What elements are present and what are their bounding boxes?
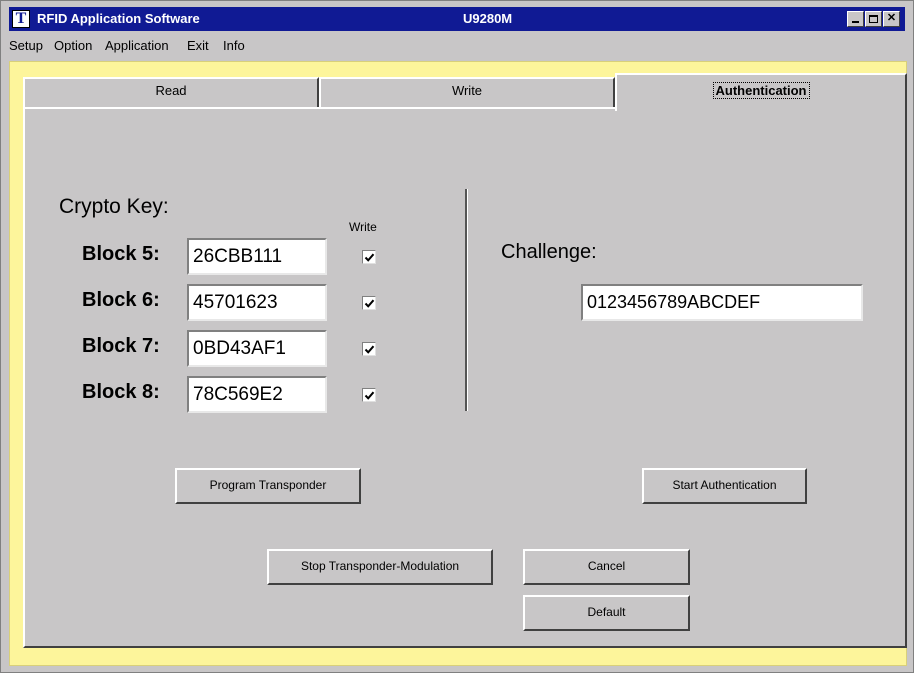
checkmark-icon: [364, 253, 375, 262]
close-button[interactable]: ✕: [883, 11, 900, 27]
block-7-write-checkbox[interactable]: [362, 342, 376, 356]
maximize-button[interactable]: [865, 11, 882, 27]
block-6-write-checkbox[interactable]: [362, 296, 376, 310]
block-5-input[interactable]: 26CBB111: [187, 238, 327, 275]
tab-read[interactable]: Read: [23, 77, 319, 107]
block-8-write-checkbox[interactable]: [362, 388, 376, 402]
window-title: RFID Application Software: [37, 11, 200, 26]
close-icon: ✕: [886, 12, 897, 24]
checkmark-icon: [364, 299, 375, 308]
checkmark-icon: [364, 391, 375, 400]
block-5-write-checkbox[interactable]: [362, 250, 376, 264]
vertical-divider: [465, 189, 468, 411]
crypto-key-heading: Crypto Key:: [59, 195, 169, 218]
start-authentication-button[interactable]: Start Authentication: [642, 468, 807, 504]
block-6-label: Block 6:: [82, 289, 160, 311]
menu-info[interactable]: Info: [223, 38, 245, 53]
title-bar[interactable]: T RFID Application Software U9280M ✕: [9, 7, 905, 31]
app-window: T RFID Application Software U9280M ✕ Set…: [0, 0, 914, 673]
device-name: U9280M: [463, 11, 513, 26]
write-column-label: Write: [349, 220, 377, 234]
app-icon: T: [12, 10, 30, 28]
checkmark-icon: [364, 345, 375, 354]
tab-authentication[interactable]: Authentication: [615, 73, 907, 111]
cancel-button[interactable]: Cancel: [523, 549, 690, 585]
menu-application[interactable]: Application: [105, 38, 169, 53]
menu-exit[interactable]: Exit: [187, 38, 209, 53]
program-transponder-button[interactable]: Program Transponder: [175, 468, 361, 504]
challenge-input[interactable]: 0123456789ABCDEF: [581, 284, 863, 321]
block-8-input[interactable]: 78C569E2: [187, 376, 327, 413]
block-7-input[interactable]: 0BD43AF1: [187, 330, 327, 367]
block-5-label: Block 5:: [82, 243, 160, 265]
minimize-icon: [852, 21, 859, 23]
maximize-icon: [869, 15, 878, 23]
default-button[interactable]: Default: [523, 595, 690, 631]
menu-setup[interactable]: Setup: [9, 38, 43, 53]
menu-option[interactable]: Option: [54, 38, 92, 53]
block-8-label: Block 8:: [82, 381, 160, 403]
stop-transponder-modulation-button[interactable]: Stop Transponder-Modulation: [267, 549, 493, 585]
block-6-input[interactable]: 45701623: [187, 284, 327, 321]
tab-authentication-label: Authentication: [712, 82, 810, 99]
block-7-label: Block 7:: [82, 335, 160, 357]
tab-write[interactable]: Write: [319, 77, 615, 107]
challenge-label: Challenge:: [501, 241, 597, 263]
minimize-button[interactable]: [847, 11, 864, 27]
